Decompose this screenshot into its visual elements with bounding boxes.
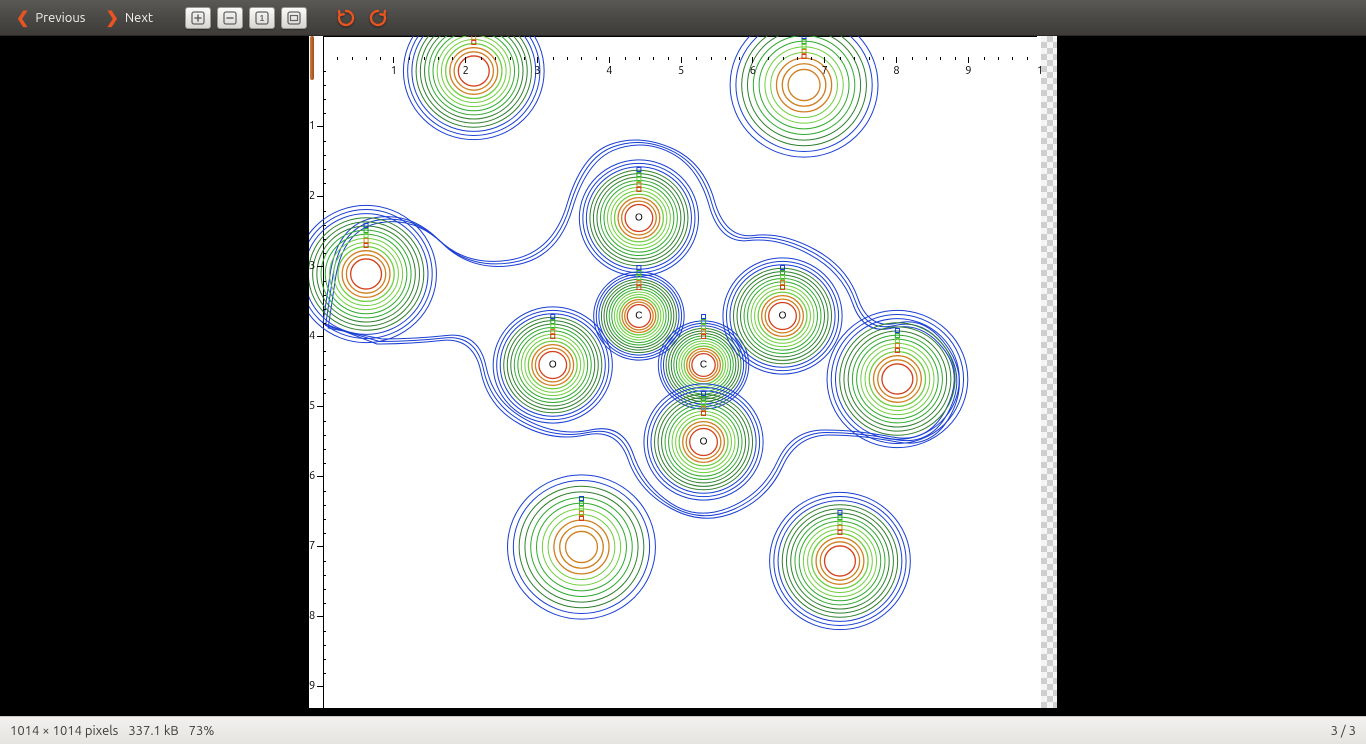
status-bar: 1014 × 1014 pixels 337.1 kB 73% 3 / 3 <box>0 716 1366 744</box>
svg-text:1: 1 <box>260 14 265 23</box>
rotate-ccw-icon <box>336 8 356 28</box>
chevron-left-icon: ❮ <box>14 8 31 27</box>
transparency-checker <box>1041 36 1057 708</box>
x-tick: 9 <box>965 57 971 77</box>
y-tick: 7 <box>309 540 327 552</box>
y-tick: 8 <box>309 610 327 622</box>
zoom-in-icon <box>191 11 205 25</box>
y-tick: 5 <box>309 400 327 412</box>
contour-svg <box>309 36 1057 708</box>
zoom-fit-icon <box>287 11 301 25</box>
status-filesize: 337.1 kB <box>128 724 178 738</box>
image-canvas: OCOCOO 12345678910 123456789 <box>309 36 1057 708</box>
zoom-out-icon <box>223 11 237 25</box>
y-tick: 9 <box>309 680 327 692</box>
x-tick: 8 <box>893 57 899 77</box>
y-tick: 6 <box>309 470 327 482</box>
previous-label: Previous <box>35 11 85 25</box>
atom-label: O <box>779 311 787 322</box>
zoom-actual-icon: 1 <box>255 11 269 25</box>
x-tick: 7 <box>822 57 828 77</box>
zoom-out-button[interactable] <box>217 7 243 29</box>
status-dimensions: 1014 × 1014 pixels <box>10 724 118 738</box>
status-page-indicator: 3 / 3 <box>1331 724 1356 738</box>
x-tick: 1 <box>391 57 397 77</box>
atom-label: O <box>700 437 708 448</box>
rotate-ccw-button[interactable] <box>333 5 359 31</box>
x-tick: 5 <box>678 57 684 77</box>
y-tick: 2 <box>309 190 327 202</box>
rotate-cw-button[interactable] <box>365 5 391 31</box>
zoom-fit-button[interactable] <box>281 7 307 29</box>
image-viewport[interactable]: OCOCOO 12345678910 123456789 <box>0 36 1366 708</box>
next-label: Next <box>125 11 153 25</box>
atom-label: O <box>549 360 557 371</box>
rotate-cw-icon <box>368 8 388 28</box>
atom-label: C <box>700 360 707 371</box>
y-tick: 1 <box>309 120 327 132</box>
atom-label: O <box>635 213 643 224</box>
zoom-actual-button[interactable]: 1 <box>249 7 275 29</box>
y-tick: 4 <box>309 330 327 342</box>
atom-label: C <box>635 311 642 322</box>
previous-button[interactable]: ❮ Previous <box>8 5 91 30</box>
y-tick: 3 <box>309 260 327 272</box>
toolbar: ❮ Previous ❯ Next 1 <box>0 0 1366 36</box>
x-tick: 4 <box>606 57 612 77</box>
chevron-right-icon: ❯ <box>103 8 120 27</box>
x-tick: 3 <box>534 57 540 77</box>
status-zoom: 73% <box>189 724 215 738</box>
zoom-in-button[interactable] <box>185 7 211 29</box>
x-tick: 6 <box>750 57 756 77</box>
contour-plot: OCOCOO 12345678910 123456789 <box>309 36 1057 708</box>
x-tick: 2 <box>463 57 469 77</box>
next-button[interactable]: ❯ Next <box>97 5 159 30</box>
